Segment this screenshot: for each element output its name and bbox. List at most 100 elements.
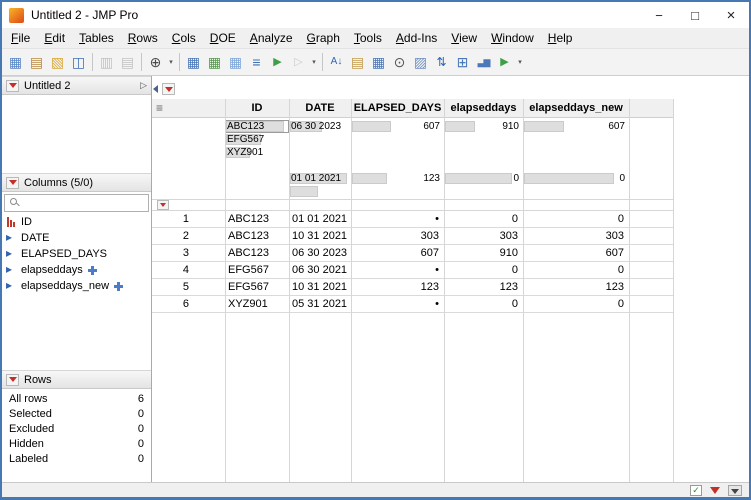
expand-arrow-icon[interactable]: ▷	[140, 80, 147, 91]
sort-az-icon[interactable]: A↓	[326, 52, 347, 72]
row-stat[interactable]: Labeled 0	[2, 451, 151, 466]
cell-id[interactable]: XYZ901	[225, 296, 289, 312]
run-analysis-icon[interactable]: ▶	[494, 52, 515, 72]
open-icon[interactable]: ▧	[47, 52, 68, 72]
column-header[interactable]: ELAPSED_DAYS	[351, 99, 444, 117]
new-journal-icon[interactable]: ▤	[26, 52, 47, 72]
cell-elapsed-days[interactable]: •	[351, 296, 444, 312]
columns-red-triangle-icon[interactable]	[6, 176, 19, 189]
cell-elapseddays[interactable]: 910	[444, 245, 523, 261]
menu-item[interactable]: File	[4, 29, 37, 48]
close-button[interactable]: ×	[713, 2, 749, 28]
cell-elapseddays[interactable]: 0	[444, 296, 523, 312]
cell-elapsed-days[interactable]: •	[351, 262, 444, 278]
sort-columns-icon[interactable]: ⇅	[431, 52, 452, 72]
toolbar-overflow-icon-2[interactable]: ▾	[515, 58, 525, 66]
menu-item[interactable]: DOE	[203, 29, 243, 48]
menu-item[interactable]: View	[444, 29, 484, 48]
menu-item[interactable]: Help	[541, 29, 580, 48]
column-info-icon[interactable]: ▤	[347, 52, 368, 72]
row-number[interactable]: 3	[152, 245, 225, 261]
chart-icon[interactable]: ▃▆	[473, 52, 494, 72]
cell-elapseddays-new[interactable]: 123	[523, 279, 629, 295]
column-list-item[interactable]: DATE	[2, 230, 151, 246]
column-list-item[interactable]: elapseddays_new	[2, 278, 151, 294]
menu-item[interactable]: Tools	[347, 29, 389, 48]
cell-date[interactable]: 10 31 2021	[289, 279, 351, 295]
row-stat[interactable]: All rows 6	[2, 391, 151, 406]
cell-elapsed-days[interactable]: 607	[351, 245, 444, 261]
row-number[interactable]: 5	[152, 279, 225, 295]
menu-item[interactable]: Cols	[165, 29, 203, 48]
column-header-graph[interactable]: 607	[523, 118, 629, 199]
row-stat[interactable]: Excluded 0	[2, 421, 151, 436]
rows-menu-red-triangle-icon[interactable]	[157, 200, 169, 210]
column-header[interactable]: ID	[225, 99, 289, 117]
cell-id[interactable]: EFG567	[225, 262, 289, 278]
row-number[interactable]: 1	[152, 211, 225, 227]
panel-toggle-icon[interactable]	[728, 484, 742, 496]
minimize-button[interactable]: −	[641, 2, 677, 28]
cell-date[interactable]: 06 30 2021	[289, 262, 351, 278]
save-icon[interactable]: ◫	[68, 52, 89, 72]
cell-date[interactable]: 05 31 2021	[289, 296, 351, 312]
menu-item[interactable]: Analyze	[243, 29, 300, 48]
recode-icon[interactable]: ▨	[410, 52, 431, 72]
cell-elapseddays-new[interactable]: 303	[523, 228, 629, 244]
collapse-sidebar-icon[interactable]	[153, 85, 158, 93]
menu-item[interactable]: Tables	[72, 29, 121, 48]
row-number[interactable]: 6	[152, 296, 225, 312]
run-script-icon[interactable]: ▶	[267, 52, 288, 72]
search-data-icon[interactable]: ⊙	[389, 52, 410, 72]
subset-icon[interactable]: ▦	[204, 52, 225, 72]
table-menu-red-triangle-icon[interactable]	[162, 83, 175, 95]
tabulate-icon[interactable]: ▦	[368, 52, 389, 72]
cell-id[interactable]: EFG567	[225, 279, 289, 295]
column-list-item[interactable]: elapseddays	[2, 262, 151, 278]
row-stat[interactable]: Selected 0	[2, 406, 151, 421]
cell-elapseddays[interactable]: 123	[444, 279, 523, 295]
cell-elapseddays-new[interactable]: 0	[523, 211, 629, 227]
menu-item[interactable]: Window	[484, 29, 541, 48]
cell-date[interactable]: 10 31 2021	[289, 228, 351, 244]
cell-elapsed-days[interactable]: •	[351, 211, 444, 227]
menu-item[interactable]: Edit	[37, 29, 72, 48]
cell-id[interactable]: ABC123	[225, 228, 289, 244]
transpose-icon[interactable]: ▦	[225, 52, 246, 72]
table-ok-icon[interactable]	[690, 484, 702, 496]
cell-date[interactable]: 06 30 2023	[289, 245, 351, 261]
cell-id[interactable]: ABC123	[225, 245, 289, 261]
script-window-icon[interactable]: ▷	[288, 52, 309, 72]
column-header[interactable]: DATE	[289, 99, 351, 117]
cell-elapseddays[interactable]: 303	[444, 228, 523, 244]
menu-item[interactable]: Rows	[121, 29, 165, 48]
column-header-graph[interactable]: 910 0	[444, 118, 523, 199]
menu-item[interactable]: Graph	[300, 29, 347, 48]
table-red-triangle-icon[interactable]	[6, 79, 19, 92]
sort-table-icon[interactable]: ≡	[246, 52, 267, 72]
zoom-icon[interactable]: ⊕	[145, 52, 166, 72]
cell-elapseddays[interactable]: 0	[444, 262, 523, 278]
summary-icon[interactable]: ▦	[183, 52, 204, 72]
columns-search-input[interactable]	[4, 194, 149, 212]
row-number[interactable]: 2	[152, 228, 225, 244]
zoom-dropdown-icon[interactable]: ▾	[166, 58, 176, 66]
row-number[interactable]: 4	[152, 262, 225, 278]
cell-elapseddays-new[interactable]: 0	[523, 296, 629, 312]
join-tables-icon[interactable]: ⊞	[452, 52, 473, 72]
cell-date[interactable]: 01 01 2021	[289, 211, 351, 227]
cell-id[interactable]: ABC123	[225, 211, 289, 227]
cell-elapsed-days[interactable]: 303	[351, 228, 444, 244]
column-header[interactable]: elapseddays	[444, 99, 523, 117]
column-list-item[interactable]: ELAPSED_DAYS	[2, 246, 151, 262]
menu-item[interactable]: Add-Ins	[389, 29, 444, 48]
toolbar-overflow-icon[interactable]: ▾	[309, 58, 319, 66]
column-list-item[interactable]: ID	[2, 214, 151, 230]
paste-icon[interactable]: ▤	[117, 52, 138, 72]
column-header[interactable]: elapseddays_new	[523, 99, 629, 117]
new-data-table-icon[interactable]: ▦	[5, 52, 26, 72]
rows-red-triangle-icon[interactable]	[6, 373, 19, 386]
cell-elapsed-days[interactable]: 123	[351, 279, 444, 295]
maximize-button[interactable]: □	[677, 2, 713, 28]
header-graphs-toggle-icon[interactable]: ≡	[156, 102, 163, 114]
